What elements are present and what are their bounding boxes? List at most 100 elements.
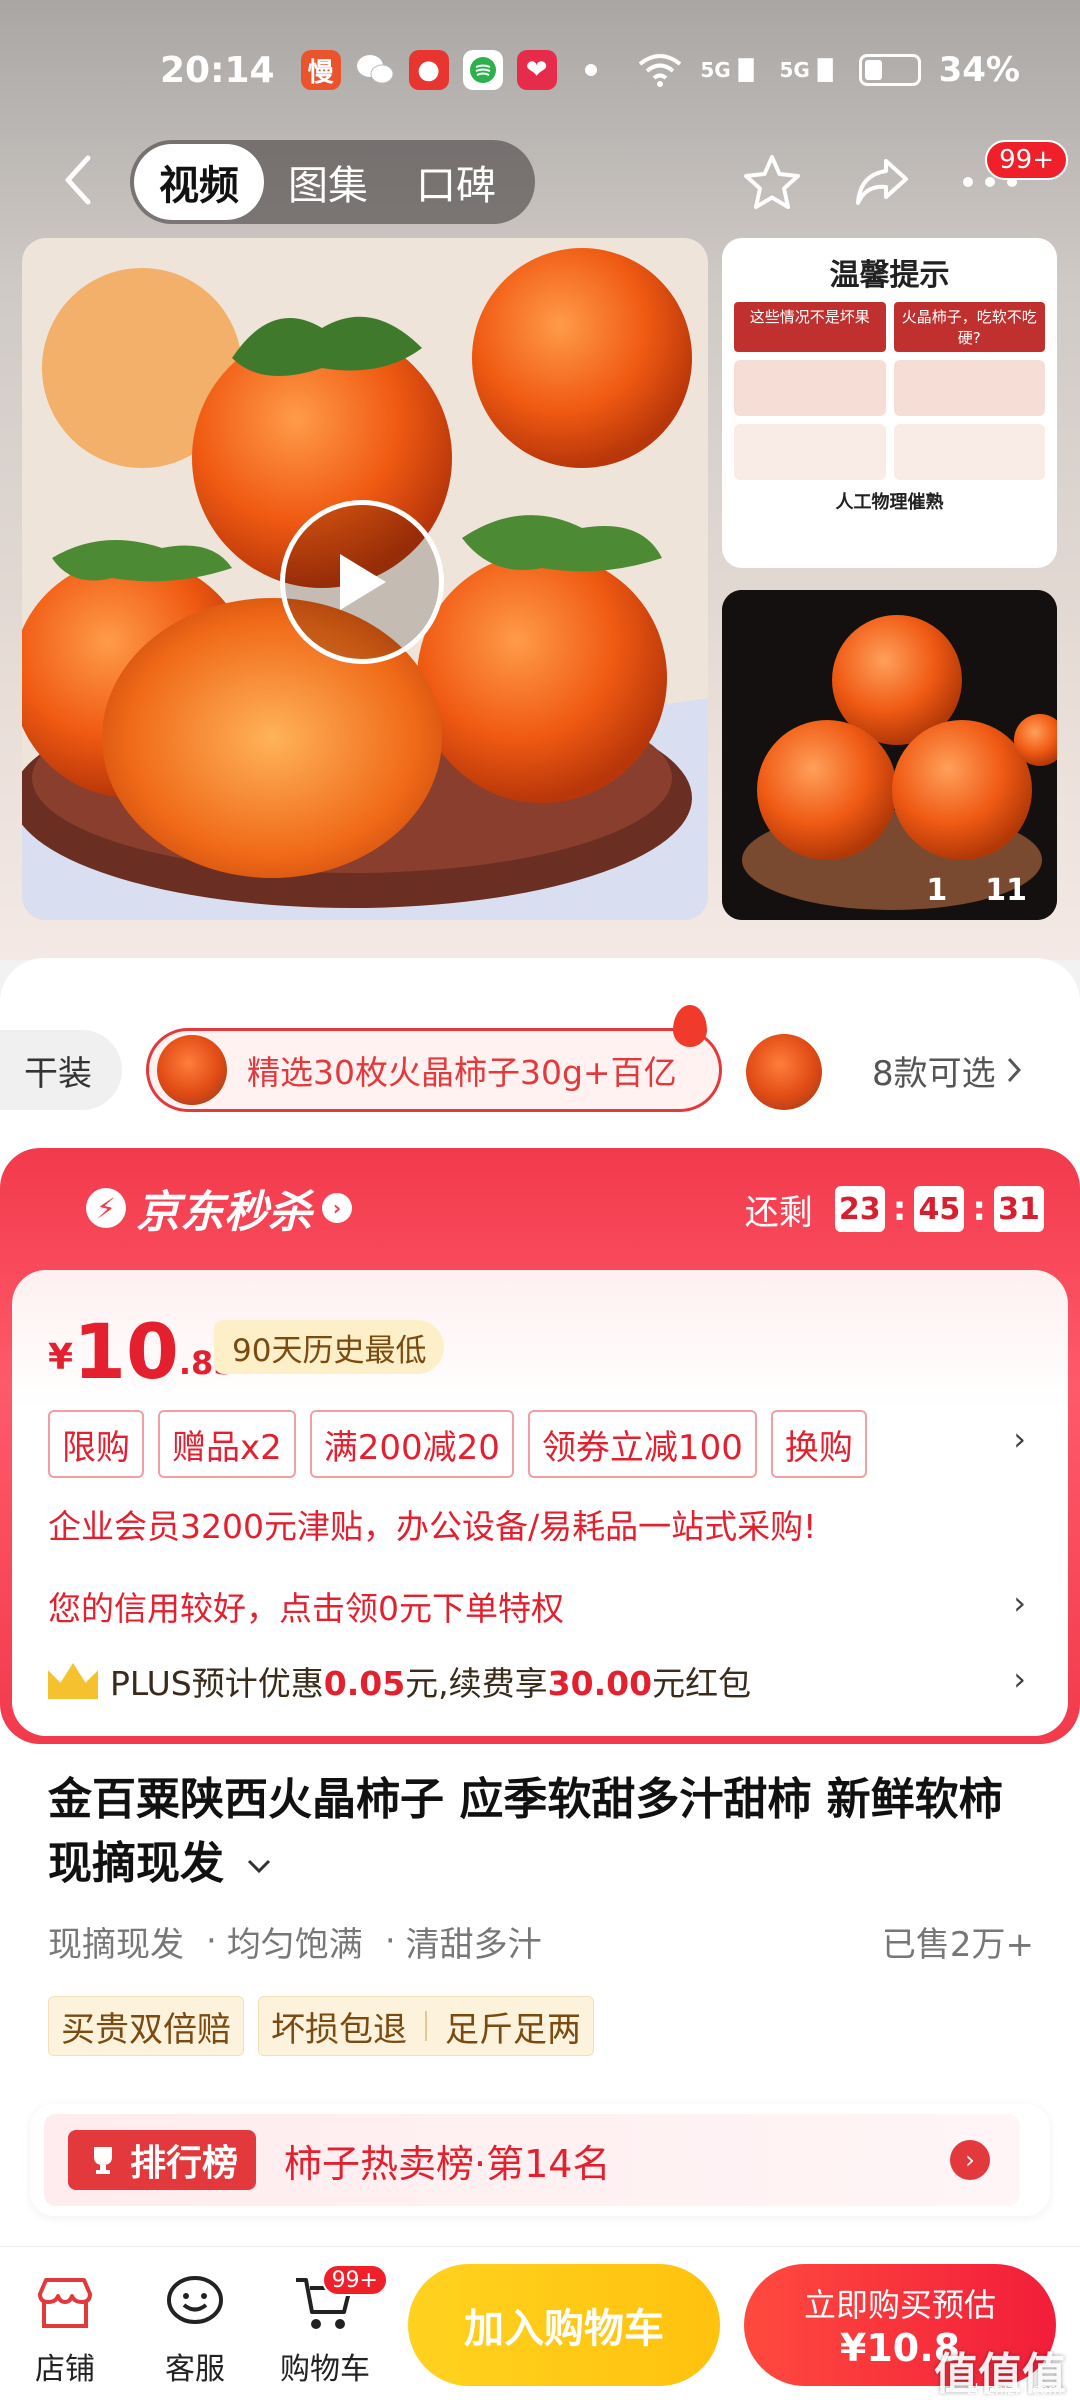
back-button[interactable] bbox=[50, 152, 106, 208]
ranking-text: 柿子热卖榜·第14名 bbox=[284, 2141, 611, 2186]
cart-label: 购物车 bbox=[280, 2352, 370, 2387]
variant-label: 精选30枚火晶柿子30g+百亿 bbox=[247, 1053, 677, 1092]
share-icon bbox=[856, 159, 908, 205]
chevron-left-icon bbox=[65, 155, 91, 205]
store-icon bbox=[32, 2270, 98, 2336]
trophy-icon bbox=[94, 2147, 112, 2174]
main-product-video[interactable] bbox=[22, 238, 708, 920]
customer-service-label: 客服 bbox=[165, 2352, 225, 2387]
product-features: 现摘现发 · 均匀饱满 · 清甜多汁 已售2万+ bbox=[48, 1916, 1034, 1966]
flash-logo-icon: ⚡ bbox=[86, 1188, 126, 1228]
message-badge: 99+ bbox=[985, 140, 1068, 180]
countdown-separator: : bbox=[972, 1189, 986, 1229]
promo-tag: 限购 bbox=[48, 1410, 144, 1478]
divider bbox=[425, 2011, 427, 2041]
plus-suffix: 元红包 bbox=[652, 1664, 752, 1703]
countdown-separator: : bbox=[892, 1189, 907, 1229]
wifi-icon bbox=[639, 54, 682, 87]
product-title[interactable]: 金百粟陕西火晶柿子 应季软甜多汁甜柿 新鲜软柿现摘现发 bbox=[48, 1768, 1038, 1896]
plus-prefix: PLUS预计优惠 bbox=[110, 1664, 324, 1703]
customer-service-button[interactable]: 客服 bbox=[140, 2262, 250, 2388]
countdown-hours: 23 bbox=[834, 1186, 885, 1232]
plus-amount: 0.05 bbox=[323, 1664, 406, 1703]
counter-current: 1 bbox=[926, 873, 948, 908]
media-tabs: 视频 图集 口碑 bbox=[130, 140, 535, 224]
chevron-down-icon bbox=[248, 1859, 271, 1874]
app-notification-icon: 慢 bbox=[300, 50, 341, 90]
ranking-badge: 排行榜 bbox=[68, 2130, 257, 2190]
tips-tag: 这些情况不是坏果 bbox=[734, 302, 886, 352]
counter-total: 11 bbox=[985, 873, 1027, 908]
variant-selector: 干装 精选30枚火晶柿子30g+百亿 8款可选 bbox=[0, 1005, 1080, 1112]
play-button[interactable] bbox=[280, 500, 444, 664]
variant-thumbnail bbox=[157, 1035, 227, 1105]
app-notification-icon: ● bbox=[408, 50, 449, 90]
feature-separator: · bbox=[206, 1921, 217, 1961]
price-symbol: ¥ bbox=[48, 1337, 74, 1378]
product-title-text: 金百粟陕西火晶柿子 应季软甜多汁甜柿 新鲜软柿现摘现发 bbox=[48, 1774, 1003, 1889]
persimmon-photo bbox=[722, 590, 1057, 920]
promo-tag: 满200减20 bbox=[309, 1410, 514, 1478]
flash-sale-brand[interactable]: ⚡ 京东秒杀 › bbox=[86, 1178, 352, 1238]
chevron-right-icon[interactable]: › bbox=[1013, 1584, 1026, 1622]
variant-option-selected[interactable]: 精选30枚火晶柿子30g+百亿 bbox=[146, 1005, 722, 1112]
cart-badge: 99+ bbox=[321, 2264, 388, 2296]
variant-option[interactable]: 干装 bbox=[0, 1030, 122, 1110]
gallery-thumb-photo[interactable]: 1 11 bbox=[722, 590, 1057, 920]
chevron-right-icon: › bbox=[950, 2140, 990, 2180]
tab-reviews[interactable]: 口碑 bbox=[392, 144, 520, 220]
add-to-cart-button[interactable]: 加入购物车 bbox=[408, 2264, 720, 2386]
promo-tag: 领券立减100 bbox=[527, 1410, 757, 1478]
chevron-right-icon bbox=[1007, 1057, 1021, 1083]
feature-separator: · bbox=[384, 1921, 396, 1961]
gallery-counter: 1 11 bbox=[926, 873, 1027, 908]
wechat-icon bbox=[355, 50, 395, 90]
tips-image bbox=[734, 360, 886, 416]
cart-button[interactable]: 99+ 购物车 bbox=[270, 2262, 388, 2388]
promo-tag: 赠品x2 bbox=[158, 1410, 296, 1478]
tips-subtitle: 人工物理催熟 bbox=[835, 492, 944, 513]
tab-video[interactable]: 视频 bbox=[134, 144, 264, 220]
price-integer: 10 bbox=[73, 1307, 179, 1396]
status-bar: 20:14 慢 ● ❤ 5G▐▌ 5G▐▌ 34% bbox=[0, 0, 1080, 140]
hot-flame-icon bbox=[673, 1005, 707, 1047]
tips-image bbox=[893, 360, 1045, 416]
chevron-right-icon[interactable]: › bbox=[1013, 1420, 1026, 1458]
app-notification-icon: ❤ bbox=[516, 50, 557, 90]
play-icon bbox=[340, 554, 386, 610]
flash-sale-title: 京东秒杀 bbox=[136, 1187, 312, 1238]
tab-gallery[interactable]: 图集 bbox=[264, 144, 392, 220]
more-variants-label: 8款可选 bbox=[872, 1053, 996, 1094]
nav-bar: 视频 图集 口碑 99+ bbox=[0, 130, 1080, 230]
share-button[interactable] bbox=[850, 150, 914, 214]
chat-smile-icon bbox=[162, 2270, 228, 2336]
gallery-thumb-tips[interactable]: 温馨提示 这些情况不是坏果 火晶柿子，吃软不吃硬? 人工物理催熟 bbox=[722, 238, 1057, 568]
corporate-offer[interactable]: 企业会员3200元津贴，办公设备/易耗品一站式采购! bbox=[48, 1500, 816, 1548]
service-tag: 足斤足两 bbox=[445, 2009, 581, 2050]
feature-item: 清甜多汁 bbox=[405, 1924, 542, 1965]
chevron-right-icon[interactable]: › bbox=[1013, 1660, 1026, 1698]
store-button[interactable]: 店铺 bbox=[10, 2262, 120, 2388]
countdown-label: 还剩 bbox=[744, 1192, 813, 1233]
ranking-badge-label: 排行榜 bbox=[130, 2143, 239, 2184]
more-variants-link[interactable]: 8款可选 bbox=[872, 1030, 1022, 1110]
plus-offer[interactable]: PLUS预计优惠0.05元,续费享30.00元红包 bbox=[48, 1656, 751, 1706]
credit-offer[interactable]: 您的信用较好，点击领0元下单特权 bbox=[48, 1582, 564, 1630]
chevron-right-icon: › bbox=[322, 1193, 352, 1223]
plus-bonus: 30.00 bbox=[547, 1664, 653, 1703]
store-label: 店铺 bbox=[35, 2352, 95, 2387]
promo-tags[interactable]: 限购 赠品x2 满200减20 领券立减100 换购 bbox=[48, 1410, 867, 1478]
history-low-badge: 90天历史最低 bbox=[214, 1320, 445, 1374]
service-guarantees[interactable]: 买贵双倍赔 坏损包退 足斤足两 bbox=[48, 1996, 594, 2056]
status-indicators: 5G▐▌ 5G▐▌ 34% bbox=[638, 50, 1020, 90]
tips-tag: 火晶柿子，吃软不吃硬? bbox=[893, 302, 1045, 352]
service-tag: 坏损包退 bbox=[271, 2009, 407, 2050]
variant-option[interactable] bbox=[746, 1034, 822, 1110]
ranking-banner[interactable]: 排行榜 柿子热卖榜·第14名 › bbox=[44, 2114, 1020, 2206]
cart-icon: 99+ bbox=[292, 2264, 388, 2336]
favorite-button[interactable] bbox=[740, 150, 804, 214]
tips-image bbox=[893, 424, 1045, 480]
countdown-minutes: 45 bbox=[914, 1186, 965, 1232]
plus-mid: 元,续费享 bbox=[405, 1664, 548, 1703]
signal-icon: 5G▐▌ bbox=[779, 58, 841, 82]
